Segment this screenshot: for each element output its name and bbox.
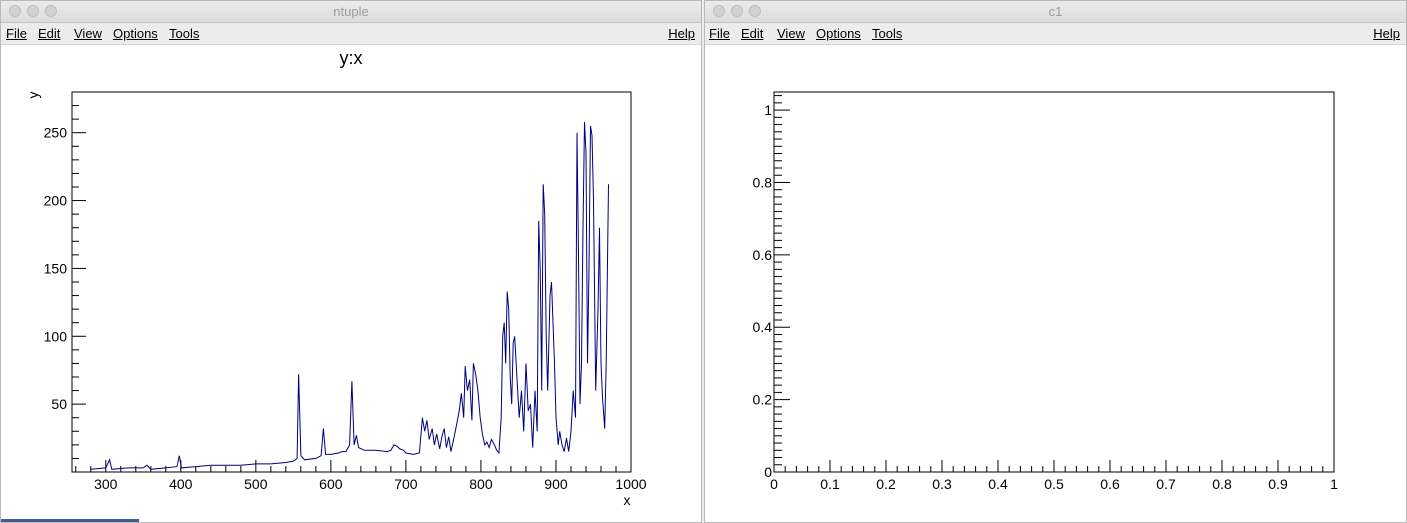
y-tick-label: 0.6 <box>753 247 773 263</box>
menu-edit-label: Edit <box>38 26 61 41</box>
c1-title-bar[interactable]: c1 <box>705 1 1406 23</box>
y-tick-label: 0 <box>764 464 772 480</box>
ntuple-canvas[interactable]: 300 400 500 600 700 800 900 1000 50 100 150 200 250 y… <box>1 45 701 522</box>
menu-tools-label: Tools <box>872 26 903 41</box>
x-tick-label: 900 <box>544 476 568 492</box>
x-tick-label: 300 <box>94 476 118 492</box>
x-tick-label: 0.9 <box>1268 476 1288 492</box>
data-series-line <box>90 121 609 470</box>
menu-help[interactable]: Help <box>668 26 695 41</box>
menu-options-label: Options <box>113 26 158 41</box>
menu-edit[interactable]: Edit <box>38 26 60 41</box>
y-tick-label: 250 <box>44 125 68 141</box>
x-tick-label: 400 <box>169 476 193 492</box>
menu-view[interactable]: View <box>777 26 805 41</box>
menu-tools[interactable]: Tools <box>169 26 199 41</box>
ntuple-plot: 300 400 500 600 700 800 900 1000 50 100 150 200 250 y… <box>25 48 647 508</box>
menu-help[interactable]: Help <box>1373 26 1400 41</box>
menu-edit[interactable]: Edit <box>741 26 763 41</box>
plot-frame <box>773 91 1335 473</box>
y-tick-label: 0.2 <box>753 392 773 408</box>
menu-tools-label: Tools <box>169 26 200 41</box>
menu-view-label: View <box>777 26 805 41</box>
dock-edge <box>1 519 139 522</box>
y-tick-label: 50 <box>51 396 67 412</box>
y-tick-label: 200 <box>44 193 68 209</box>
chart-title: y:x <box>339 48 362 68</box>
menu-file-label: File <box>709 26 730 41</box>
y-tick-label: 100 <box>44 328 68 344</box>
x-tick-label: 0.7 <box>1156 476 1176 492</box>
y-axis-label: y <box>25 92 41 99</box>
window-title: ntuple <box>333 4 369 19</box>
x-tick-label: 1000 <box>615 476 646 492</box>
x-tick-label: 500 <box>244 476 268 492</box>
ntuple-menu-bar: File Edit View Options Tools Help <box>1 23 701 45</box>
menu-options[interactable]: Options <box>816 26 861 41</box>
x-tick-label: 0.1 <box>820 476 840 492</box>
menu-file[interactable]: File <box>709 26 730 41</box>
x-tick-label: 0.4 <box>988 476 1008 492</box>
x-tick-label: 0.6 <box>1100 476 1120 492</box>
menu-tools[interactable]: Tools <box>872 26 902 41</box>
menu-view-label: View <box>74 26 102 41</box>
menu-view[interactable]: View <box>74 26 102 41</box>
y-tick-label: 1 <box>764 102 772 118</box>
menu-help-label: Help <box>1373 26 1400 41</box>
menu-file-label: File <box>6 26 27 41</box>
menu-help-label: Help <box>668 26 695 41</box>
menu-edit-label: Edit <box>741 26 764 41</box>
c1-plot: 0 0.1 0.2 0.3 0.4 0.5 0.6 0.7 0.8 0.9 100.20.40.60… <box>753 91 1338 492</box>
x-tick-label: 0.5 <box>1044 476 1064 492</box>
ntuple-title-bar[interactable]: ntuple <box>1 1 701 23</box>
x-tick-label: 1 <box>1330 476 1338 492</box>
x-tick-label: 800 <box>469 476 493 492</box>
menu-options[interactable]: Options <box>113 26 158 41</box>
x-tick-label: 0.3 <box>932 476 952 492</box>
c1-canvas[interactable]: 0 0.1 0.2 0.3 0.4 0.5 0.6 0.7 0.8 0.9 1 0 0.2 0.4 0.6 0… <box>705 45 1406 522</box>
c1-window[interactable]: c1 File Edit View Options Tools Help 0 0.… <box>704 0 1407 523</box>
menu-file[interactable]: File <box>6 26 27 41</box>
y-tick-label: 150 <box>44 260 68 276</box>
window-title: c1 <box>1048 4 1063 19</box>
x-tick-label: 600 <box>319 476 343 492</box>
menu-options-label: Options <box>816 26 861 41</box>
y-tick-label: 0.4 <box>753 319 773 335</box>
x-axis-label: x <box>624 492 631 508</box>
c1-menu-bar: File Edit View Options Tools Help <box>705 23 1406 45</box>
y-tick-label: 0.8 <box>753 174 773 190</box>
plot-frame <box>71 91 632 473</box>
x-tick-label: 0.2 <box>876 476 896 492</box>
x-tick-label: 700 <box>394 476 418 492</box>
x-tick-label: 0.8 <box>1212 476 1232 492</box>
ntuple-window[interactable]: ntuple File Edit View Options Tools Help… <box>0 0 702 523</box>
